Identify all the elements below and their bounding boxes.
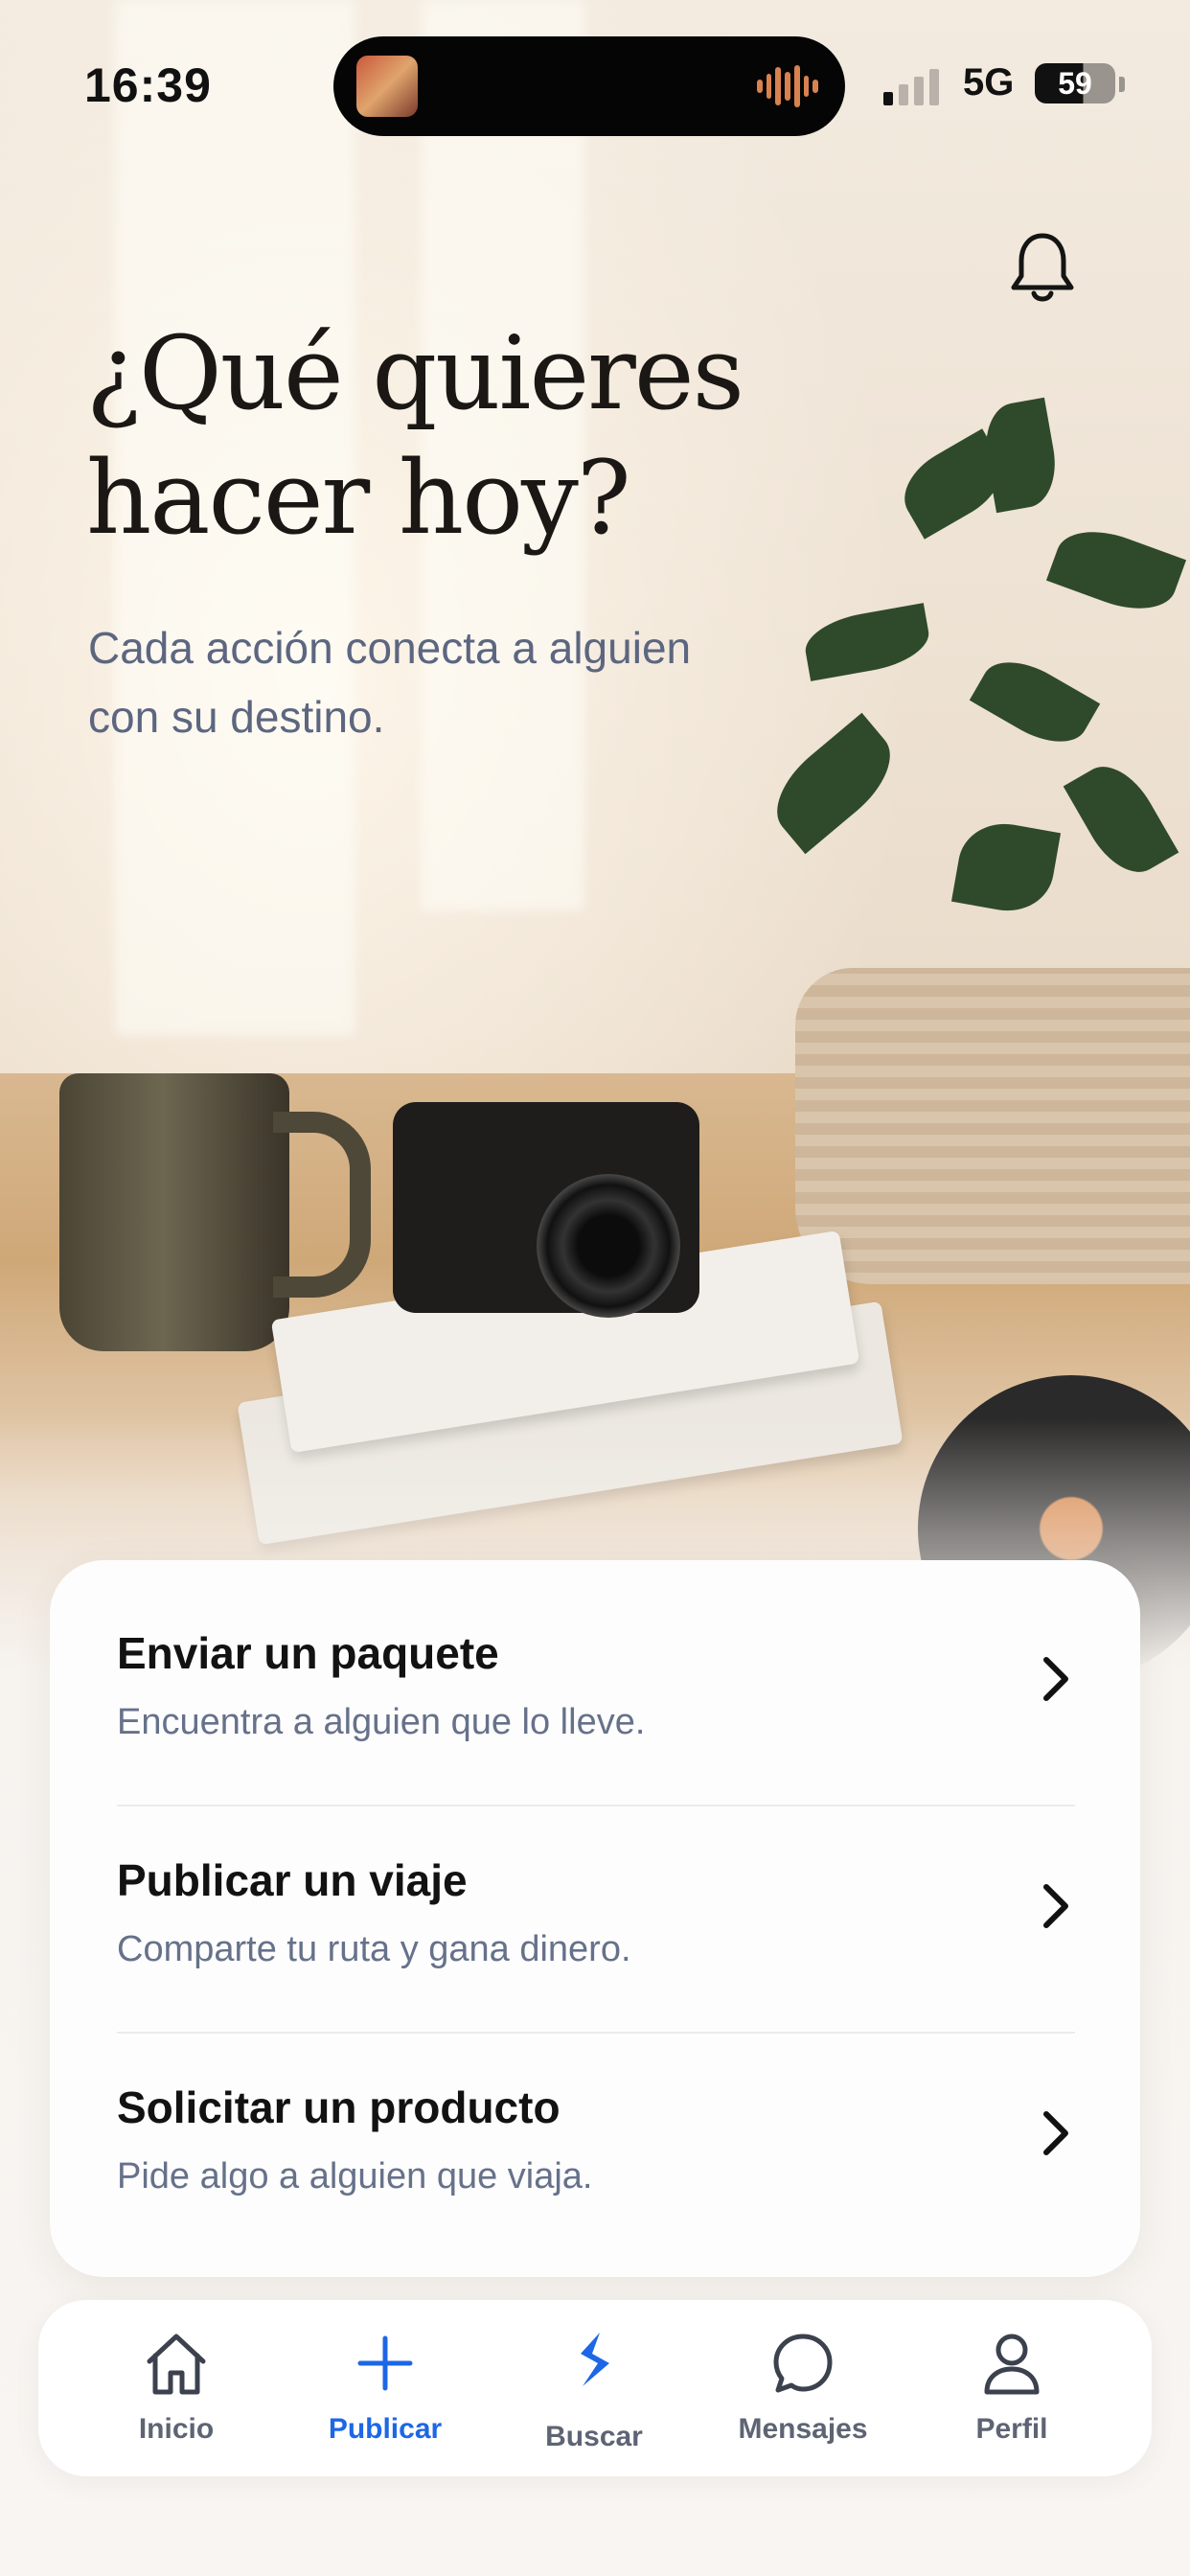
tab-buscar[interactable]: Buscar [498, 2300, 690, 2476]
action-title: Solicitar un producto [117, 2082, 561, 2132]
tab-mensajes[interactable]: Mensajes [707, 2300, 899, 2476]
page-title: ¿Qué quieres hacer hoy? [86, 314, 744, 557]
camera-lens-decoration [537, 1174, 680, 1318]
cellular-signal-icon [883, 67, 939, 105]
folded-towel-decoration [795, 968, 1190, 1284]
home-indicator-area [0, 2540, 1190, 2576]
action-subtitle: Comparte tu ruta y gana dinero. [117, 1929, 631, 1969]
chevron-right-icon [1043, 1884, 1068, 1928]
tab-label: Inicio [138, 2413, 215, 2445]
plant-leaf-decoration [759, 712, 908, 855]
action-title: Publicar un viaje [117, 1855, 468, 1905]
person-icon [984, 2334, 1040, 2395]
brand-logo-icon [581, 2333, 609, 2386]
plant-leaf-decoration [1045, 517, 1187, 624]
coffee-mug-decoration [59, 1073, 289, 1351]
battery-tip [1119, 77, 1125, 92]
audio-waveform-icon [757, 65, 819, 107]
page-subtitle: Cada acción conecta a alguien con su des… [88, 623, 692, 742]
tab-label: Perfil [975, 2413, 1048, 2445]
tab-inicio[interactable]: Inicio [80, 2300, 272, 2476]
chat-bubble-icon [773, 2334, 833, 2393]
notifications-button[interactable] [1006, 230, 1079, 307]
chevron-right-icon [1043, 2111, 1068, 2155]
plus-icon [357, 2335, 413, 2391]
plant-leaf-decoration [800, 603, 934, 681]
action-publish-trip[interactable]: Publicar un viaje Comparte tu ruta y gan… [117, 1787, 1075, 2013]
plant-leaf-decoration [950, 816, 1062, 918]
action-subtitle: Encuentra a alguien que lo lleve. [117, 1702, 646, 1742]
tab-perfil[interactable]: Perfil [916, 2300, 1108, 2476]
bell-icon [1011, 233, 1074, 302]
action-request-product[interactable]: Solicitar un producto Pide algo a alguie… [117, 2014, 1075, 2241]
plant-leaf-decoration [1063, 752, 1179, 886]
tab-bar: Inicio Publicar Buscar Mensajes Perfil [38, 2300, 1152, 2476]
actions-card: Enviar un paquete Encuentra a alguien qu… [50, 1560, 1140, 2277]
coffee-mug-handle-decoration [273, 1112, 371, 1298]
tab-publicar[interactable]: Publicar [289, 2300, 481, 2476]
action-subtitle: Pide algo a alguien que viaja. [117, 2156, 593, 2196]
action-send-package[interactable]: Enviar un paquete Encuentra a alguien qu… [117, 1560, 1075, 1786]
tab-label: Mensajes [738, 2413, 868, 2445]
dynamic-island[interactable] [333, 36, 845, 136]
tab-label: Publicar [328, 2413, 443, 2445]
battery-icon: 59 [1035, 63, 1115, 104]
home-icon [147, 2334, 206, 2395]
battery-level: 59 [1058, 65, 1092, 101]
status-time: 16:39 [84, 58, 212, 112]
action-title: Enviar un paquete [117, 1628, 499, 1678]
plant-leaf-decoration [969, 646, 1101, 758]
now-playing-artwork [356, 56, 418, 117]
network-type: 5G [963, 61, 1015, 104]
chevron-right-icon [1043, 1657, 1068, 1701]
status-bar: 16:39 5G 59 [0, 0, 1190, 172]
tab-label: Buscar [545, 2421, 643, 2452]
